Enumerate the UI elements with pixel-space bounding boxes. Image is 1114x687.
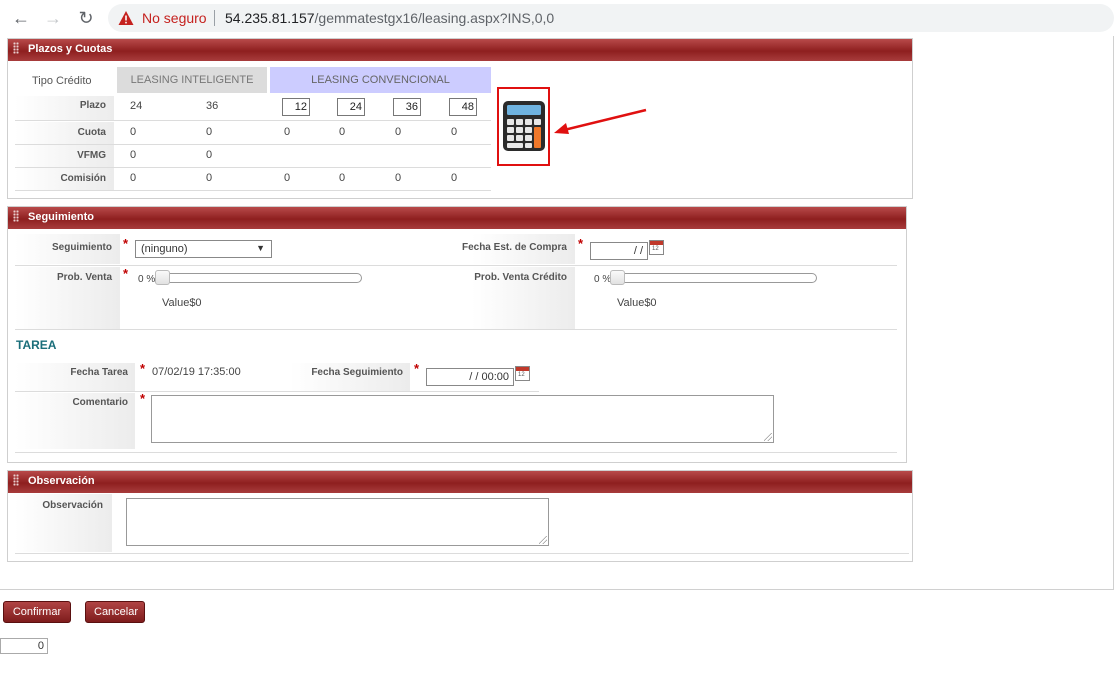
url-host: 54.235.81.157 — [225, 10, 315, 26]
url-text: 54.235.81.157/gemmatestgx16/leasing.aspx… — [225, 10, 554, 26]
leasing-convencional-header: LEASING CONVENCIONAL — [270, 67, 491, 93]
fecha-seguimiento-label: Fecha Seguimiento — [311, 367, 403, 378]
grip-icon — [13, 474, 19, 486]
conv-cuota-2: 0 — [339, 126, 346, 138]
seguimiento-panel-title: Seguimiento — [28, 211, 95, 223]
confirmar-button[interactable]: Confirmar — [3, 601, 71, 623]
back-icon[interactable]: ← — [10, 7, 32, 29]
prob-venta-credito-label: Prob. Venta Crédito — [474, 272, 567, 283]
fecha-compra-input[interactable]: / / — [590, 242, 648, 260]
tarea-title: TAREA — [16, 338, 57, 352]
not-secure-label: No seguro — [142, 10, 207, 26]
calendar-icon[interactable]: 12 — [649, 240, 664, 255]
fecha-compra-label: Fecha Est. de Compra — [461, 242, 567, 253]
prob-venta-credito-value-text: Value$0 — [617, 297, 657, 309]
required-mark: * — [123, 266, 129, 281]
observacion-label: Observación — [42, 500, 103, 511]
grip-icon — [13, 42, 19, 54]
fecha-tarea-value: 07/02/19 17:35:00 — [152, 366, 241, 378]
required-mark: * — [123, 236, 129, 251]
observacion-panel-header: Observación — [8, 471, 912, 493]
prob-venta-credito-percent: 0 % — [594, 274, 612, 285]
comision-label: Comisión — [60, 173, 106, 184]
dropdown-arrow-icon: ▼ — [256, 243, 265, 253]
conv-plazo-input-2[interactable]: 24 — [337, 98, 365, 116]
address-separator — [214, 10, 215, 26]
url-path: /gemmatestgx16/leasing.aspx?INS,0,0 — [314, 10, 555, 26]
conv-comision-4: 0 — [451, 172, 458, 184]
conv-plazo-input-4[interactable]: 48 — [449, 98, 477, 116]
row-divider — [15, 120, 491, 121]
warning-icon — [118, 11, 134, 25]
comentario-label: Comentario — [72, 397, 128, 408]
prob-venta-percent: 0 % — [138, 274, 156, 285]
calendar-icon[interactable]: 12 — [515, 366, 530, 381]
prob-venta-slider[interactable] — [158, 273, 362, 283]
row-divider — [15, 265, 897, 266]
intel-vfmg-1: 0 — [130, 149, 137, 161]
fecha-seguimiento-input[interactable]: / / 00:00 — [426, 368, 514, 386]
comentario-textarea[interactable] — [151, 395, 774, 443]
conv-plazo-input-3[interactable]: 36 — [393, 98, 421, 116]
address-bar[interactable]: No seguro 54.235.81.157/gemmatestgx16/le… — [108, 4, 1114, 32]
resize-handle-icon[interactable] — [764, 433, 772, 441]
counter-input[interactable]: 0 — [0, 638, 48, 654]
required-mark: * — [140, 361, 146, 376]
intel-cuota-1: 0 — [130, 126, 137, 138]
grip-icon — [13, 210, 19, 222]
cancelar-button[interactable]: Cancelar — [85, 601, 145, 623]
seguimiento-panel-header: Seguimiento — [8, 207, 906, 229]
prob-venta-slider-handle[interactable] — [155, 270, 170, 285]
prob-venta-credito-slider[interactable] — [613, 273, 817, 283]
cuota-label: Cuota — [77, 127, 106, 138]
row-divider — [15, 452, 897, 453]
row-divider — [15, 553, 909, 554]
tipo-credito-label: Tipo Crédito — [32, 75, 92, 87]
intel-comision-2: 0 — [206, 172, 213, 184]
browser-toolbar: ← → ↻ No seguro 54.235.81.157/gemmatestg… — [0, 0, 1114, 36]
conv-comision-1: 0 — [284, 172, 291, 184]
leasing-inteligente-header: LEASING INTELIGENTE — [117, 67, 267, 93]
intel-plazo-1: 24 — [130, 100, 143, 112]
plazo-label: Plazo — [79, 100, 106, 111]
intel-plazo-2: 36 — [206, 100, 219, 112]
plazos-panel: Plazos y Cuotas — [7, 38, 913, 199]
row-divider — [15, 167, 491, 168]
plazos-panel-header: Plazos y Cuotas — [8, 39, 912, 61]
forward-icon[interactable]: → — [42, 7, 64, 29]
conv-comision-3: 0 — [395, 172, 402, 184]
conv-plazo-input-1[interactable]: 12 — [282, 98, 310, 116]
row-divider — [15, 329, 897, 330]
observacion-textarea[interactable] — [126, 498, 549, 546]
conv-comision-2: 0 — [339, 172, 346, 184]
prob-venta-value-text: Value$0 — [162, 297, 202, 309]
annotation-arrow-icon — [554, 108, 647, 134]
required-mark: * — [140, 391, 146, 406]
calculator-icon[interactable] — [502, 100, 546, 152]
row-divider — [15, 190, 491, 191]
fecha-tarea-label: Fecha Tarea — [70, 367, 128, 378]
conv-cuota-1: 0 — [284, 126, 291, 138]
resize-handle-icon[interactable] — [539, 536, 547, 544]
intel-cuota-2: 0 — [206, 126, 213, 138]
row-divider — [15, 144, 491, 145]
required-mark: * — [414, 361, 420, 376]
conv-cuota-4: 0 — [451, 126, 458, 138]
seguimiento-select[interactable]: (ninguno) ▼ — [135, 240, 272, 258]
intel-vfmg-2: 0 — [206, 149, 213, 161]
plazos-panel-title: Plazos y Cuotas — [28, 43, 113, 55]
prob-venta-credito-slider-handle[interactable] — [610, 270, 625, 285]
intel-comision-1: 0 — [130, 172, 137, 184]
seguimiento-label: Seguimiento — [51, 242, 112, 253]
required-mark: * — [578, 236, 584, 251]
vfmg-label: VFMG — [77, 150, 106, 161]
row-divider — [15, 391, 539, 392]
seguimiento-select-value: (ninguno) — [141, 243, 188, 255]
reload-icon[interactable]: ↻ — [75, 7, 97, 29]
conv-cuota-3: 0 — [395, 126, 402, 138]
prob-venta-label: Prob. Venta — [56, 272, 112, 283]
observacion-panel-title: Observación — [28, 475, 95, 487]
